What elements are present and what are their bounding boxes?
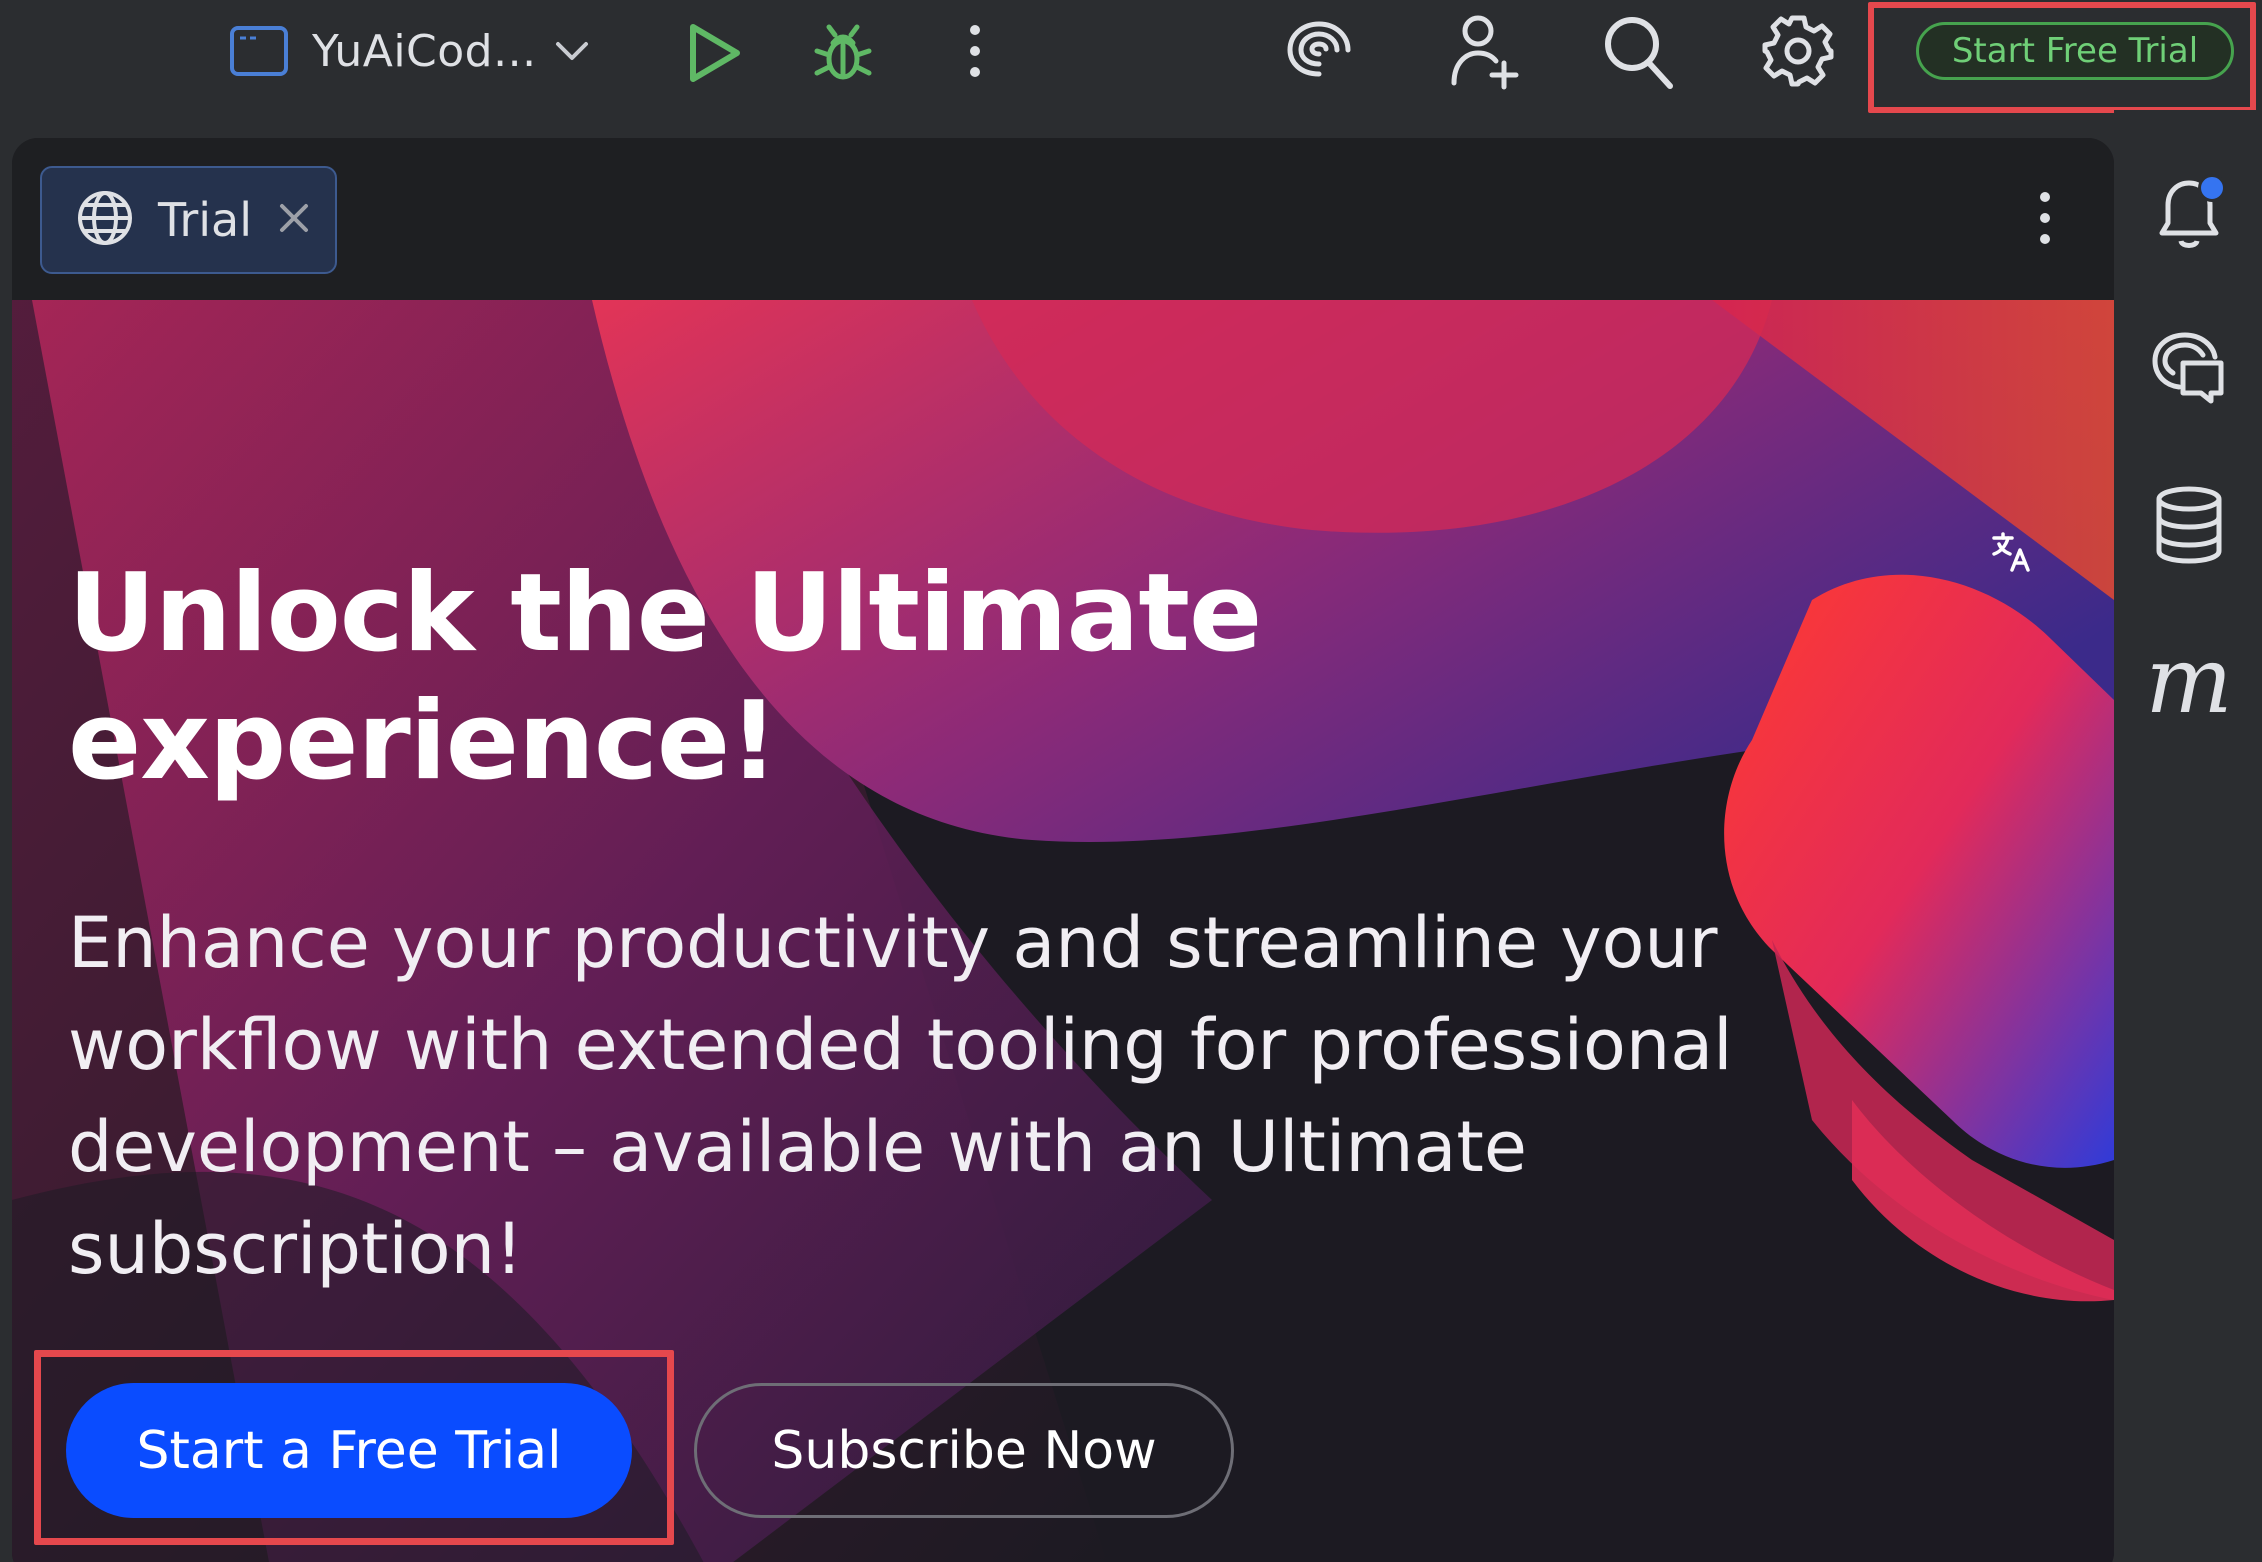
run-button[interactable] bbox=[680, 20, 746, 86]
window-icon bbox=[228, 24, 290, 78]
hero-headline: Unlock the Ultimate experience! bbox=[68, 551, 1262, 804]
start-free-trial-button[interactable]: Start a Free Trial bbox=[66, 1383, 632, 1518]
search-button[interactable] bbox=[1600, 12, 1676, 92]
trial-hero: Unlock the Ultimate experience! Enhance … bbox=[12, 300, 2114, 1562]
toolbar-start-free-trial-button[interactable]: Start Free Trial bbox=[1916, 22, 2234, 80]
m-plugin-icon: m bbox=[2145, 627, 2233, 734]
settings-button[interactable] bbox=[1760, 12, 1836, 90]
tab-bar: Trial bbox=[12, 138, 2114, 298]
ai-assistant-icon bbox=[1284, 16, 1354, 86]
editor-panel: Trial Unlock the Ultimate experience! En… bbox=[12, 138, 2114, 1562]
close-icon[interactable] bbox=[278, 202, 310, 238]
more-actions-button[interactable] bbox=[958, 16, 992, 86]
m-plugin-button[interactable]: m bbox=[2144, 627, 2234, 734]
notification-badge bbox=[2198, 174, 2226, 202]
translate-icon[interactable] bbox=[1990, 530, 2034, 584]
project-switcher[interactable]: YuAiCod... bbox=[228, 18, 608, 84]
debug-button[interactable] bbox=[808, 18, 878, 88]
search-icon bbox=[1602, 14, 1674, 90]
hero-subtext: Enhance your productivity and streamline… bbox=[68, 902, 1733, 1290]
database-icon bbox=[2154, 485, 2224, 569]
notifications-button[interactable] bbox=[2144, 170, 2234, 260]
main-toolbar: YuAiCod... Start Free Trial bbox=[0, 0, 2262, 113]
subscribe-now-button[interactable]: Subscribe Now bbox=[694, 1383, 1234, 1518]
ai-chat-button[interactable] bbox=[2144, 324, 2234, 414]
tab-label: Trial bbox=[158, 193, 252, 247]
database-button[interactable] bbox=[2144, 482, 2234, 572]
ide-window: YuAiCod... Start Free Trial Trial Unlock… bbox=[0, 0, 2262, 1562]
more-vertical-icon bbox=[2038, 192, 2052, 250]
chevron-down-icon bbox=[555, 40, 589, 62]
right-tool-sidebar: m bbox=[2114, 110, 2262, 1562]
add-user-button[interactable] bbox=[1446, 12, 1522, 92]
run-icon bbox=[685, 23, 741, 83]
project-name: YuAiCod... bbox=[312, 25, 537, 77]
add-user-icon bbox=[1448, 13, 1520, 91]
globe-icon bbox=[76, 189, 134, 251]
tab-trial[interactable]: Trial bbox=[40, 166, 337, 274]
panel-more-button[interactable] bbox=[2038, 190, 2052, 250]
debug-icon bbox=[811, 21, 875, 85]
ai-chat-icon bbox=[2149, 327, 2229, 411]
settings-icon bbox=[1761, 14, 1835, 88]
more-vertical-icon bbox=[968, 23, 982, 79]
ai-assistant-button[interactable] bbox=[1282, 14, 1356, 88]
